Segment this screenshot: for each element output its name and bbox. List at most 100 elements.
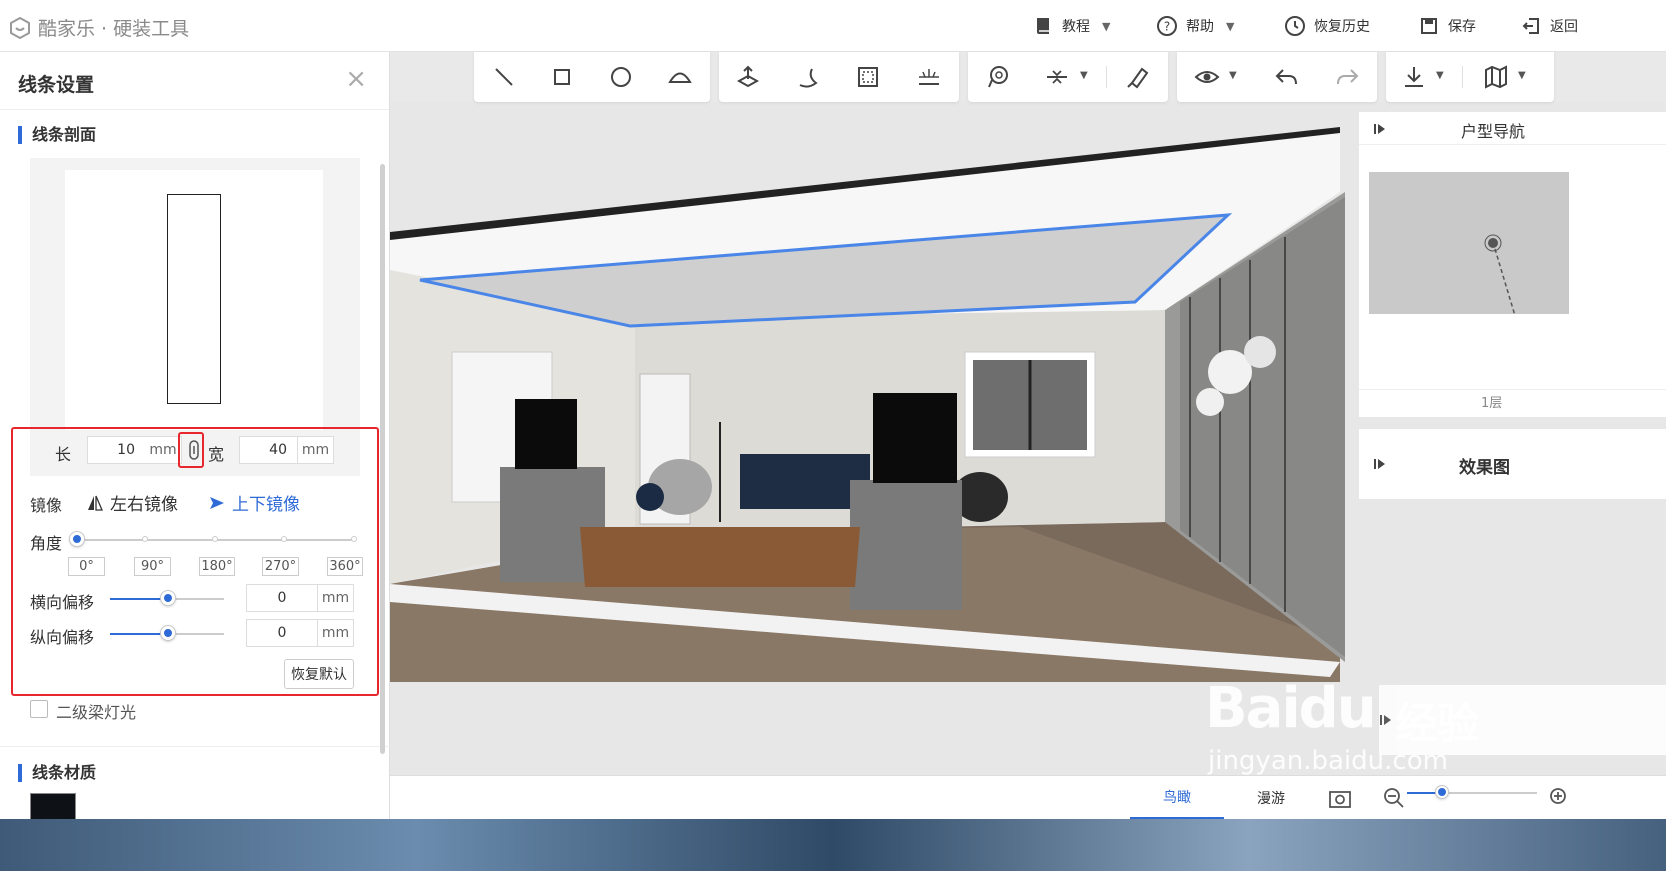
h-offset-unit: mm: [317, 585, 353, 611]
render-card[interactable]: 效果图: [1359, 429, 1666, 499]
h-offset-label: 横向偏移: [30, 593, 95, 612]
chevron-down-icon: ▼: [1226, 19, 1235, 33]
map-icon: [1485, 65, 1507, 89]
collapse-icon[interactable]: [1379, 713, 1393, 727]
3d-viewport[interactable]: 户型导航 1层 效果图: [390, 102, 1666, 775]
angle-slider-knob[interactable]: [70, 532, 84, 546]
collapse-icon[interactable]: [1373, 122, 1387, 136]
angle-tag-360[interactable]: 360°: [327, 557, 363, 576]
mirror-lr-label: 左右镜像: [110, 495, 178, 515]
light-tool[interactable]: [915, 63, 943, 91]
draw-tools-group: [474, 52, 710, 102]
floor-label[interactable]: 1层: [1481, 392, 1502, 411]
clock-icon: [1285, 16, 1305, 36]
logo-icon: [10, 16, 30, 39]
align-tool[interactable]: [1043, 63, 1071, 91]
angle-tick-270: [281, 536, 287, 542]
map-tool[interactable]: [1482, 63, 1510, 91]
tutorial-label: 教程: [1062, 19, 1090, 35]
beam-light-label: 二级梁灯光: [56, 703, 137, 722]
chevron-down-icon[interactable]: ▼: [1436, 70, 1444, 81]
chevron-down-icon[interactable]: ▼: [1518, 70, 1526, 81]
mirror-tb-icon: [210, 496, 224, 509]
render-card-title: 效果图: [1459, 458, 1510, 478]
profile-canvas: [65, 170, 323, 432]
material-section-title: 线条材质: [18, 764, 96, 782]
floor-nav-map[interactable]: [1369, 172, 1569, 330]
restore-history-button[interactable]: 恢复历史: [1284, 0, 1370, 52]
angle-tick-180: [212, 536, 218, 542]
panel-title: 线条设置: [18, 74, 95, 96]
frame-tool[interactable]: [854, 63, 882, 91]
download-tool[interactable]: [1400, 63, 1428, 91]
align-icon: [1047, 70, 1067, 84]
rect-tool[interactable]: [548, 63, 576, 91]
mirror-tb-button[interactable]: 上下镜像: [208, 490, 300, 515]
settings-highlight-box: [11, 427, 379, 696]
divider: [1462, 66, 1463, 88]
circle-tool[interactable]: [607, 63, 635, 91]
card-divider: [1359, 389, 1666, 390]
zoom-in-icon[interactable]: [1548, 786, 1572, 810]
exit-icon: [1522, 18, 1539, 34]
redo-icon: [1337, 69, 1359, 85]
line-tool[interactable]: [490, 63, 518, 91]
help-menu[interactable]: ? 帮助 ▼: [1156, 0, 1234, 52]
h-offset-input[interactable]: 0 mm: [246, 584, 354, 612]
h-offset-knob[interactable]: [161, 591, 175, 605]
view-tools-group: ▼: [1177, 52, 1377, 102]
v-offset-input[interactable]: 0 mm: [246, 619, 354, 647]
angle-tag-180[interactable]: 180°: [199, 557, 235, 576]
zoom-out-icon[interactable]: [1382, 786, 1406, 810]
zoom-knob[interactable]: [1436, 786, 1448, 798]
close-icon[interactable]: ×: [345, 66, 367, 92]
save-label: 保存: [1448, 19, 1476, 35]
angle-tick-90: [142, 536, 148, 542]
floor-nav-card: 户型导航 1层: [1359, 112, 1666, 417]
mirror-lr-icon: [88, 495, 103, 511]
back-button[interactable]: 返回: [1520, 0, 1578, 52]
reset-default-button[interactable]: 恢复默认: [284, 659, 354, 689]
chevron-down-icon[interactable]: ▼: [1080, 70, 1088, 81]
line-icon: [495, 68, 513, 86]
model-tools-group: [719, 52, 959, 102]
angle-tag-270[interactable]: 270°: [262, 557, 299, 576]
app-logo: 酷家乐 · 硬装工具: [8, 14, 189, 41]
book-icon: [1037, 18, 1049, 34]
paint-brush-icon: [1127, 67, 1149, 89]
extrude-tool[interactable]: [734, 63, 762, 91]
panel-header: 线条设置 ×: [0, 52, 389, 110]
arc-tool[interactable]: [666, 63, 694, 91]
sweep-tool[interactable]: [794, 63, 822, 91]
screenshot-icon[interactable]: [1327, 785, 1353, 811]
angle-tag-90[interactable]: 90°: [134, 557, 171, 576]
watermark-url: jingyan.baidu.com: [1208, 746, 1448, 776]
lasso-tool[interactable]: [984, 63, 1012, 91]
tab-roam[interactable]: 漫游: [1224, 776, 1318, 820]
v-offset-value: 0: [277, 625, 287, 641]
arc-icon: [668, 72, 692, 83]
undo-button[interactable]: [1273, 63, 1301, 91]
tutorial-menu[interactable]: 教程 ▼: [1032, 0, 1110, 52]
lasso-icon: [988, 66, 1008, 88]
paint-tool[interactable]: [1124, 63, 1152, 91]
back-label: 返回: [1550, 19, 1578, 35]
visibility-tool[interactable]: [1193, 63, 1221, 91]
app-window: 酷家乐 · 硬装工具 教程 ▼ ? 帮助 ▼ 恢复历史 保存 返回 线条设置 ×: [0, 0, 1666, 871]
tab-bird-view[interactable]: 鸟瞰: [1130, 776, 1224, 820]
v-offset-knob[interactable]: [161, 626, 175, 640]
mirror-tb-label: 上下镜像: [232, 495, 300, 515]
h-offset-value: 0: [277, 590, 287, 606]
help-icon: ?: [1157, 16, 1177, 36]
beam-light-checkbox[interactable]: [30, 700, 48, 718]
mirror-lr-button[interactable]: 左右镜像: [86, 490, 178, 515]
v-offset-label: 纵向偏移: [30, 628, 95, 647]
chevron-down-icon[interactable]: ▼: [1229, 70, 1237, 81]
angle-tag-0[interactable]: 0°: [68, 557, 105, 576]
restore-history-label: 恢复历史: [1314, 19, 1370, 35]
save-button[interactable]: 保存: [1418, 0, 1476, 52]
collapse-icon[interactable]: [1373, 457, 1387, 471]
panel-scrollbar[interactable]: [380, 164, 385, 754]
redo-button[interactable]: [1333, 63, 1361, 91]
watermark-brand: Baidu: [1205, 676, 1377, 741]
